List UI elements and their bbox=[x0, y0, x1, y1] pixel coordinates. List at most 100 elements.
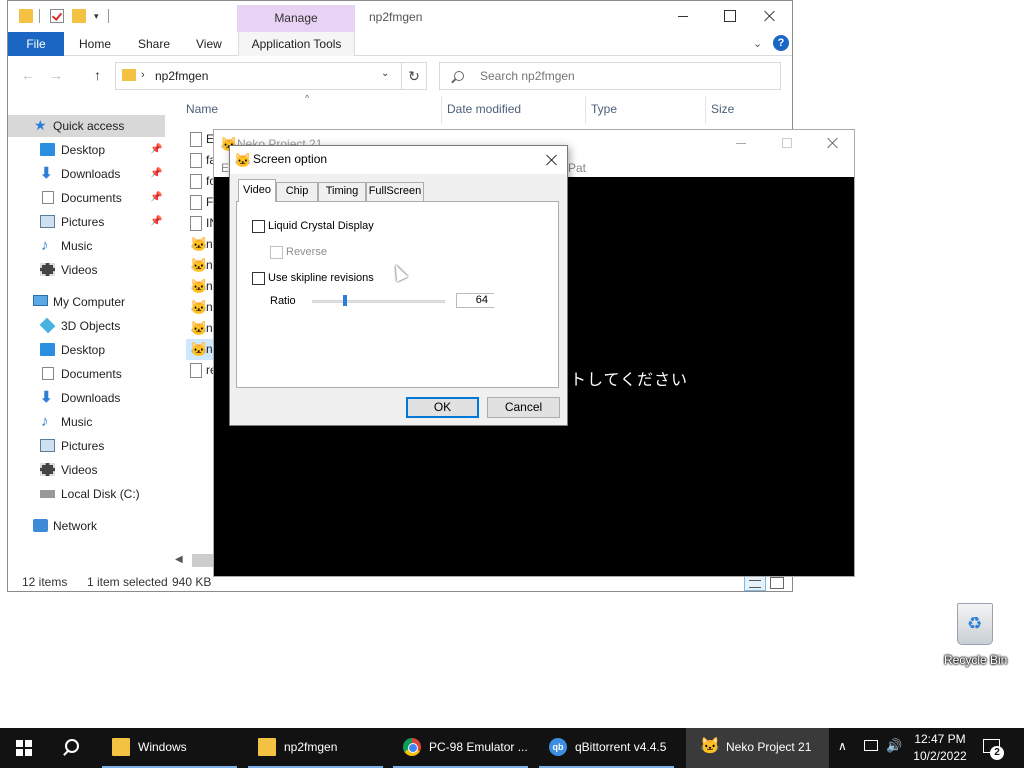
sidebar-item-pictures[interactable]: Pictures 📌 bbox=[8, 211, 165, 233]
forward-arrow-icon[interactable]: → bbox=[49, 67, 63, 83]
dialog-title: Screen option bbox=[253, 152, 328, 166]
skipline-label[interactable]: Use skipline revisions bbox=[268, 272, 374, 284]
sidebar-item-pictures[interactable]: Pictures bbox=[8, 435, 165, 457]
taskbar-item-windows[interactable]: Windows bbox=[98, 728, 241, 768]
search-input[interactable] bbox=[480, 69, 770, 83]
file-name: n bbox=[206, 258, 213, 272]
taskbar-item-np2fmgen[interactable]: np2fmgen bbox=[244, 728, 387, 768]
divider[interactable] bbox=[441, 96, 442, 124]
recycle-bin-label[interactable]: Recycle Bin bbox=[944, 653, 1007, 667]
menu-item[interactable]: Pat bbox=[568, 161, 586, 175]
sidebar-item-videos[interactable]: Videos bbox=[8, 259, 165, 281]
refresh-button[interactable]: ↻ bbox=[402, 62, 427, 90]
tab-chip[interactable]: Chip bbox=[276, 182, 318, 201]
sidebar-item-3d-objects[interactable]: 3D Objects bbox=[8, 315, 165, 337]
address-path[interactable]: np2fmgen bbox=[155, 69, 208, 83]
sidebar-item-label: Pictures bbox=[61, 215, 105, 229]
close-button[interactable] bbox=[746, 5, 792, 27]
taskbar-item-qbittorrent[interactable]: qb qBittorrent v4.4.5 bbox=[535, 728, 678, 768]
video-tab-panel: Liquid Crystal Display Reverse Use skipl… bbox=[236, 201, 559, 388]
sidebar-item-label: Pictures bbox=[61, 439, 105, 453]
folder-icon bbox=[112, 738, 130, 756]
new-folder-icon[interactable] bbox=[72, 9, 86, 23]
sidebar-item-documents[interactable]: Documents bbox=[8, 363, 165, 385]
column-name[interactable]: Name bbox=[186, 102, 218, 116]
sidebar-item-label: Local Disk (C:) bbox=[61, 487, 140, 501]
start-button[interactable] bbox=[0, 728, 48, 768]
sidebar-item-quick-access[interactable]: ★ Quick access bbox=[8, 115, 165, 137]
search-box[interactable] bbox=[439, 62, 781, 90]
details-view-icon[interactable] bbox=[744, 575, 766, 591]
sidebar-item-network[interactable]: Network bbox=[8, 515, 165, 537]
tab-fullscreen[interactable]: FullScreen bbox=[366, 182, 424, 201]
sidebar-item-music[interactable]: ♪ Music bbox=[8, 411, 165, 433]
minimize-button[interactable] bbox=[660, 5, 706, 27]
sidebar-item-music[interactable]: ♪ Music bbox=[8, 235, 165, 257]
lcd-checkbox[interactable] bbox=[252, 220, 265, 233]
divider[interactable] bbox=[585, 96, 586, 124]
sidebar-item-my-computer[interactable]: My Computer bbox=[8, 291, 165, 313]
tab-video[interactable]: Video bbox=[238, 179, 276, 202]
column-size[interactable]: Size bbox=[711, 102, 734, 116]
folder-icon[interactable] bbox=[19, 9, 33, 23]
minimize-button[interactable] bbox=[736, 143, 746, 144]
tab-home[interactable]: Home bbox=[79, 32, 111, 56]
ok-button[interactable]: OK bbox=[406, 397, 479, 418]
sidebar-item-desktop[interactable]: Desktop bbox=[8, 339, 165, 361]
search-icon[interactable] bbox=[48, 728, 96, 768]
tab-application-tools[interactable]: Application Tools bbox=[238, 32, 355, 56]
3d-objects-icon bbox=[39, 317, 56, 334]
taskbar-item-label: qBittorrent v4.4.5 bbox=[575, 740, 667, 754]
large-icons-view-icon[interactable] bbox=[770, 577, 784, 589]
column-date-modified[interactable]: Date modified bbox=[447, 102, 521, 116]
cancel-button[interactable]: Cancel bbox=[487, 397, 560, 418]
dialog-titlebar[interactable]: 🐱 Screen option bbox=[230, 146, 567, 174]
desktop-icon bbox=[40, 343, 55, 356]
ratio-slider[interactable] bbox=[312, 300, 445, 303]
address-bar[interactable]: › np2fmgen ⌄ bbox=[115, 62, 402, 90]
column-type[interactable]: Type bbox=[591, 102, 617, 116]
recycle-bin-icon[interactable] bbox=[957, 603, 993, 645]
lcd-label[interactable]: Liquid Crystal Display bbox=[268, 220, 374, 232]
help-icon[interactable]: ? bbox=[773, 35, 789, 51]
star-icon: ★ bbox=[34, 117, 47, 133]
quick-access-dropdown-icon[interactable]: ▾ bbox=[94, 11, 99, 22]
sidebar-item-downloads[interactable]: ⬇ Downloads bbox=[8, 387, 165, 409]
blank-file-icon bbox=[190, 174, 202, 189]
file-name: n bbox=[206, 321, 213, 335]
close-button[interactable] bbox=[822, 132, 842, 156]
manage-context-tab[interactable]: Manage bbox=[237, 5, 355, 32]
expand-ribbon-icon[interactable]: ⌄ bbox=[753, 37, 762, 50]
chevron-down-icon[interactable]: ⌄ bbox=[381, 68, 389, 79]
ratio-slider-thumb[interactable] bbox=[343, 295, 348, 306]
network-icon[interactable] bbox=[864, 740, 878, 751]
close-button[interactable] bbox=[540, 150, 562, 170]
tab-file[interactable]: File bbox=[8, 32, 64, 56]
sidebar-item-documents[interactable]: Documents 📌 bbox=[8, 187, 165, 209]
tab-view[interactable]: View bbox=[196, 32, 222, 56]
volume-icon[interactable]: 🔊 bbox=[886, 738, 902, 754]
chevron-up-icon[interactable]: ∧ bbox=[838, 739, 847, 753]
menu-item[interactable]: E bbox=[221, 161, 229, 175]
taskbar-item-chrome[interactable]: PC-98 Emulator ... bbox=[389, 728, 532, 768]
chevron-right-icon[interactable]: › bbox=[141, 69, 145, 81]
clock-date[interactable]: 10/2/2022 bbox=[910, 749, 970, 763]
taskbar-item-neko-project[interactable]: 🐱 Neko Project 21 bbox=[686, 728, 829, 768]
clock-time[interactable]: 12:47 PM bbox=[914, 732, 966, 746]
sidebar-item-local-disk[interactable]: Local Disk (C:) bbox=[8, 483, 165, 505]
sidebar-item-desktop[interactable]: Desktop 📌 bbox=[8, 139, 165, 161]
up-arrow-icon[interactable]: ↑ bbox=[94, 67, 101, 83]
tab-timing[interactable]: Timing bbox=[318, 182, 366, 201]
scroll-left-icon[interactable]: ◀ bbox=[175, 554, 183, 565]
skipline-checkbox[interactable] bbox=[252, 272, 265, 285]
neko-app-icon: 🐱 bbox=[190, 278, 208, 294]
tab-share[interactable]: Share bbox=[138, 32, 170, 56]
reverse-checkbox bbox=[270, 246, 283, 259]
notification-badge: 2 bbox=[990, 746, 1004, 760]
sidebar-item-videos[interactable]: Videos bbox=[8, 459, 165, 481]
properties-check-icon[interactable] bbox=[50, 9, 64, 23]
divider[interactable] bbox=[705, 96, 706, 124]
back-arrow-icon[interactable]: ← bbox=[21, 67, 35, 83]
maximize-button[interactable] bbox=[782, 138, 792, 148]
sidebar-item-downloads[interactable]: ⬇ Downloads 📌 bbox=[8, 163, 165, 185]
